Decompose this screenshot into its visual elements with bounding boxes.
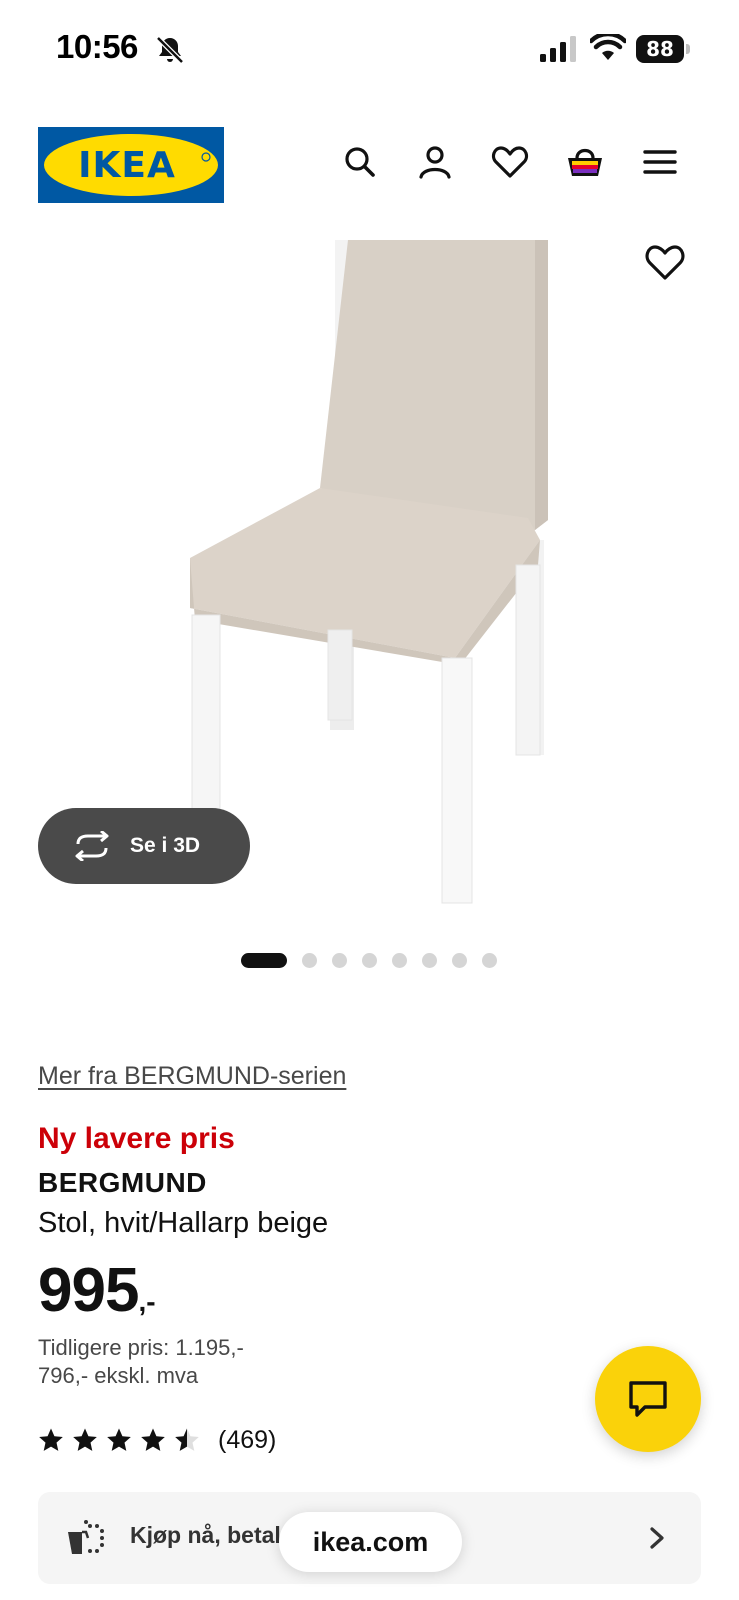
product-price: 995,-: [38, 1255, 156, 1326]
carousel-dot[interactable]: [241, 953, 287, 968]
carousel-dot[interactable]: [302, 953, 317, 968]
series-link[interactable]: Mer fra BERGMUND-serien: [38, 1062, 346, 1091]
view-in-3d-label: Se i 3D: [130, 834, 201, 857]
price-integer: 995: [38, 1256, 139, 1325]
carousel-indicator[interactable]: [0, 950, 739, 970]
browser-url-bar[interactable]: ikea.com: [279, 1512, 462, 1572]
hamburger-menu-icon[interactable]: [640, 142, 680, 182]
battery-icon: 88: [636, 35, 690, 63]
product-name: BERGMUND: [38, 1167, 207, 1198]
product-rating[interactable]: (469): [38, 1422, 276, 1458]
search-icon[interactable]: [340, 142, 380, 182]
rating-stars: [38, 1427, 200, 1453]
chevron-right-icon: [650, 1527, 664, 1549]
star-icon: [107, 1428, 131, 1451]
status-time: 10:56: [56, 28, 138, 65]
product-gallery[interactable]: Se i 3D: [0, 240, 739, 930]
carousel-dot[interactable]: [392, 953, 407, 968]
chat-bubble-icon: [629, 1381, 667, 1417]
chat-button[interactable]: [595, 1346, 701, 1452]
basket-icon[interactable]: [565, 142, 605, 182]
battery-level: 88: [636, 35, 684, 63]
view-in-3d-button[interactable]: Se i 3D: [38, 808, 250, 884]
carousel-dot[interactable]: [362, 953, 377, 968]
carousel-dot[interactable]: [422, 953, 437, 968]
status-bar: 10:56 88: [0, 0, 739, 100]
price-ex-vat: 796,- ekskl. mva: [38, 1363, 199, 1388]
cellular-signal-icon: [540, 36, 576, 62]
user-icon[interactable]: [415, 142, 455, 182]
price-badge: Ny lavere pris: [38, 1122, 235, 1155]
carousel-dot[interactable]: [332, 953, 347, 968]
star-icon: [39, 1428, 63, 1451]
svg-text:IKEA: IKEA: [78, 145, 176, 186]
ikea-logo[interactable]: IKEA: [38, 127, 224, 203]
favorite-heart-icon[interactable]: [643, 240, 687, 284]
wifi-icon: [590, 34, 626, 60]
carousel-dot[interactable]: [452, 953, 467, 968]
rotate-3d-icon: [75, 831, 109, 861]
site-header: IKEA: [0, 120, 739, 210]
price-decimal: ,-: [138, 1286, 156, 1317]
previous-price: Tidligere pris: 1.195,-: [38, 1335, 244, 1360]
carousel-dot[interactable]: [482, 953, 497, 968]
payment-icon: [68, 1520, 104, 1554]
star-icon: [141, 1428, 165, 1451]
star-icon: [175, 1428, 199, 1451]
star-icon: [73, 1428, 97, 1451]
heart-icon[interactable]: [490, 142, 530, 182]
bell-slash-icon: [156, 36, 184, 64]
review-count: (469): [218, 1425, 277, 1454]
product-description: Stol, hvit/Hallarp beige: [38, 1207, 329, 1239]
